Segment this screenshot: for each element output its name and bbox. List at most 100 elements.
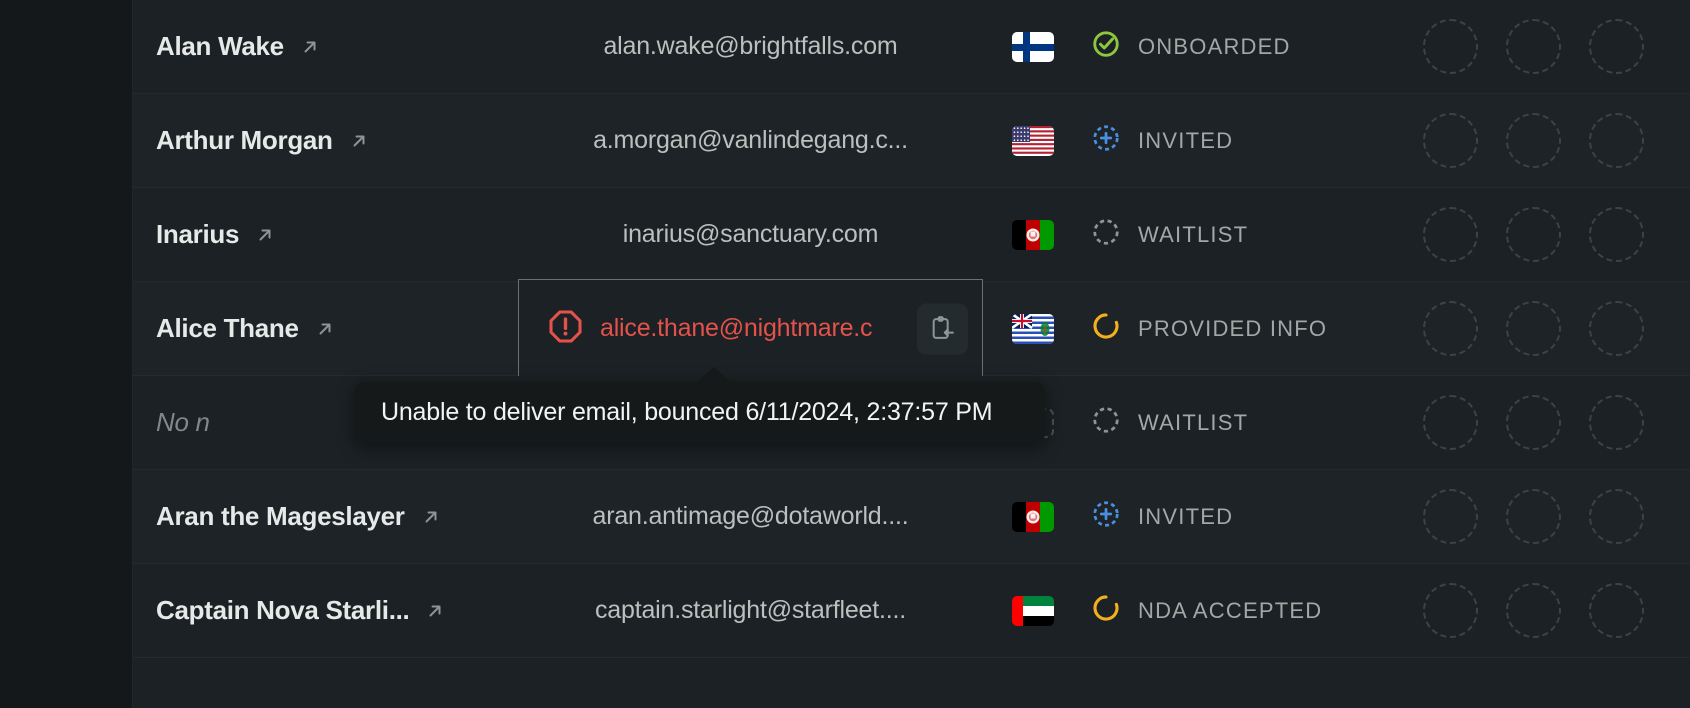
person-name: No n: [156, 407, 210, 437]
check-circle-icon: [1091, 29, 1121, 64]
email-cell: alan.wake@brightfalls.com: [518, 32, 983, 61]
avatar-cell: [1413, 489, 1690, 544]
external-link-icon[interactable]: [423, 599, 447, 623]
avatar-cell: [1413, 301, 1690, 356]
country-flag-cell[interactable]: [983, 501, 1083, 532]
status-cell[interactable]: NDA ACCEPTED: [1083, 593, 1413, 628]
status-label: INVITED: [1138, 503, 1234, 529]
avatar-placeholder[interactable]: [1506, 583, 1561, 638]
email-cell: aran.antimage@dotaworld....: [518, 502, 983, 531]
name-cell: Arthur Morgan: [133, 125, 518, 156]
partial-circle-icon: [1091, 593, 1121, 628]
status-label: INVITED: [1138, 127, 1234, 153]
avatar-cell: [1413, 395, 1690, 450]
avatar-placeholder[interactable]: [1423, 113, 1478, 168]
avatar-placeholder[interactable]: [1589, 207, 1644, 262]
flag-fi-icon: [1012, 31, 1054, 62]
partial-circle-icon: [1091, 311, 1121, 346]
plus-dashed-circle-icon: [1091, 123, 1121, 158]
country-flag-cell[interactable]: [983, 31, 1083, 62]
person-email: a.morgan@vanlindegang.c...: [593, 126, 908, 154]
person-email: inarius@sanctuary.com: [622, 220, 879, 248]
person-name: Captain Nova Starli...: [156, 595, 410, 625]
status-cell[interactable]: INVITED: [1083, 123, 1413, 158]
status-label: NDA ACCEPTED: [1138, 597, 1323, 623]
avatar-placeholder[interactable]: [1506, 489, 1561, 544]
avatar-placeholder[interactable]: [1506, 301, 1561, 356]
avatar-placeholder[interactable]: [1589, 301, 1644, 356]
external-link-icon[interactable]: [253, 223, 277, 247]
status-label: WAITLIST: [1138, 409, 1249, 435]
avatar-placeholder[interactable]: [1589, 19, 1644, 74]
person-name: Alan Wake: [156, 31, 284, 61]
name-cell: Inarius: [133, 219, 518, 250]
dashed-circle-icon: [1091, 217, 1121, 252]
person-name: Arthur Morgan: [156, 125, 333, 155]
avatar-placeholder[interactable]: [1589, 489, 1644, 544]
external-link-icon[interactable]: [347, 129, 371, 153]
external-link-icon[interactable]: [298, 35, 322, 59]
flag-af-icon: [1012, 219, 1054, 250]
avatar-placeholder[interactable]: [1423, 207, 1478, 262]
avatar-placeholder[interactable]: [1423, 19, 1478, 74]
flag-af-icon: [1012, 501, 1054, 532]
status-label: PROVIDED INFO: [1138, 315, 1328, 341]
name-cell: Captain Nova Starli...: [133, 595, 518, 626]
avatar-placeholder[interactable]: [1589, 395, 1644, 450]
email-cell: inarius@sanctuary.com: [518, 220, 983, 249]
table-row[interactable]: Alice Thane alice.thane@nightmare.c PROVID…: [133, 279, 1690, 378]
email-cell: a.morgan@vanlindegang.c...: [518, 126, 983, 155]
status-cell[interactable]: INVITED: [1083, 499, 1413, 534]
country-flag-cell[interactable]: [983, 595, 1083, 626]
avatar-placeholder[interactable]: [1423, 583, 1478, 638]
name-cell: Alice Thane: [133, 313, 518, 344]
status-cell[interactable]: ONBOARDED: [1083, 29, 1413, 64]
person-email: alan.wake@brightfalls.com: [603, 32, 898, 60]
email-error-box[interactable]: alice.thane@nightmare.c: [518, 279, 983, 378]
status-cell[interactable]: PROVIDED INFO: [1083, 311, 1413, 346]
email-cell: alice.thane@nightmare.c: [518, 279, 983, 378]
people-table: Alan Wake alan.wake@brightfalls.com ONBOAR…: [133, 0, 1690, 708]
table-row[interactable]: Captain Nova Starli... captain.starlight@…: [133, 564, 1690, 658]
flag-ae-icon: [1012, 595, 1054, 626]
avatar-placeholder[interactable]: [1423, 301, 1478, 356]
email-bounce-tooltip: Unable to deliver email, bounced 6/11/20…: [355, 367, 1045, 443]
status-label: WAITLIST: [1138, 221, 1249, 247]
avatar-cell: [1413, 207, 1690, 262]
avatar-placeholder[interactable]: [1589, 583, 1644, 638]
external-link-icon[interactable]: [419, 505, 443, 529]
table-row[interactable]: Inarius inarius@sanctuary.com WAITLIST: [133, 188, 1690, 282]
flag-io-icon: [1012, 313, 1054, 344]
country-flag-cell[interactable]: [983, 219, 1083, 250]
avatar-placeholder[interactable]: [1423, 395, 1478, 450]
avatar-cell: [1413, 113, 1690, 168]
table-row[interactable]: Alan Wake alan.wake@brightfalls.com ONBOAR…: [133, 0, 1690, 94]
name-cell: Aran the Mageslayer: [133, 501, 518, 532]
flag-us-icon: [1012, 125, 1054, 156]
avatar-placeholder[interactable]: [1506, 207, 1561, 262]
email-cell: captain.starlight@starfleet....: [518, 596, 983, 625]
table-row[interactable]: Aran the Mageslayer aran.antimage@dotawor…: [133, 470, 1690, 564]
copy-email-button[interactable]: [917, 303, 968, 354]
status-cell[interactable]: WAITLIST: [1083, 405, 1413, 440]
avatar-placeholder[interactable]: [1589, 113, 1644, 168]
avatar-placeholder[interactable]: [1506, 395, 1561, 450]
country-flag-cell[interactable]: [983, 313, 1083, 344]
dashed-circle-icon: [1091, 405, 1121, 440]
avatar-cell: [1413, 583, 1690, 638]
avatar-placeholder[interactable]: [1506, 113, 1561, 168]
name-cell: Alan Wake: [133, 31, 518, 62]
table-row[interactable]: Arthur Morgan a.morgan@vanlindegang.c... I…: [133, 94, 1690, 188]
avatar-cell: [1413, 19, 1690, 74]
person-email: alice.thane@nightmare.c: [600, 314, 873, 342]
tooltip-arrow-icon: [696, 367, 732, 383]
avatar-placeholder[interactable]: [1506, 19, 1561, 74]
people-table-screen: Alan Wake alan.wake@brightfalls.com ONBOAR…: [0, 0, 1690, 708]
country-flag-cell[interactable]: [983, 125, 1083, 156]
status-label: ONBOARDED: [1138, 33, 1291, 59]
left-rail: [0, 0, 133, 708]
external-link-icon[interactable]: [313, 317, 337, 341]
status-cell[interactable]: WAITLIST: [1083, 217, 1413, 252]
avatar-placeholder[interactable]: [1423, 489, 1478, 544]
person-email: captain.starlight@starfleet....: [595, 596, 906, 624]
